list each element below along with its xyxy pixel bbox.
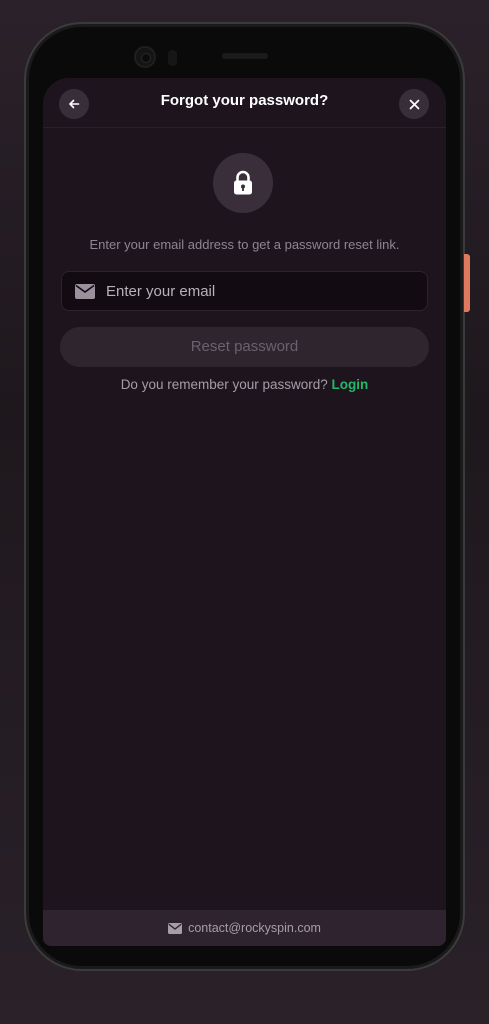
email-field[interactable]: [61, 271, 428, 311]
remember-prompt: Do you remember your password? Login: [43, 377, 446, 392]
earpiece-speaker: [222, 53, 268, 59]
footer: contact@rockyspin.com: [43, 910, 446, 946]
remember-text: Do you remember your password?: [120, 377, 328, 392]
login-link[interactable]: Login: [332, 377, 369, 392]
modal-header: Forgot your password?: [43, 78, 446, 128]
power-button: [464, 254, 470, 312]
forgot-password-screen: Forgot your password? Enter your email a…: [43, 78, 446, 946]
lock-badge: [213, 153, 273, 213]
reset-password-button[interactable]: Reset password: [60, 327, 429, 367]
instruction-text: Enter your email address to get a passwo…: [89, 237, 400, 252]
page-title: Forgot your password?: [160, 92, 329, 109]
close-button[interactable]: [399, 89, 429, 119]
contact-email-link[interactable]: contact@rockyspin.com: [188, 921, 321, 935]
volume-button: [465, 372, 470, 492]
mail-icon: [168, 922, 183, 934]
mail-icon: [75, 284, 95, 299]
proximity-sensor: [168, 50, 177, 66]
lock-icon: [232, 170, 254, 196]
front-camera: [134, 46, 156, 68]
email-input[interactable]: [106, 272, 416, 310]
close-icon: [409, 99, 420, 110]
